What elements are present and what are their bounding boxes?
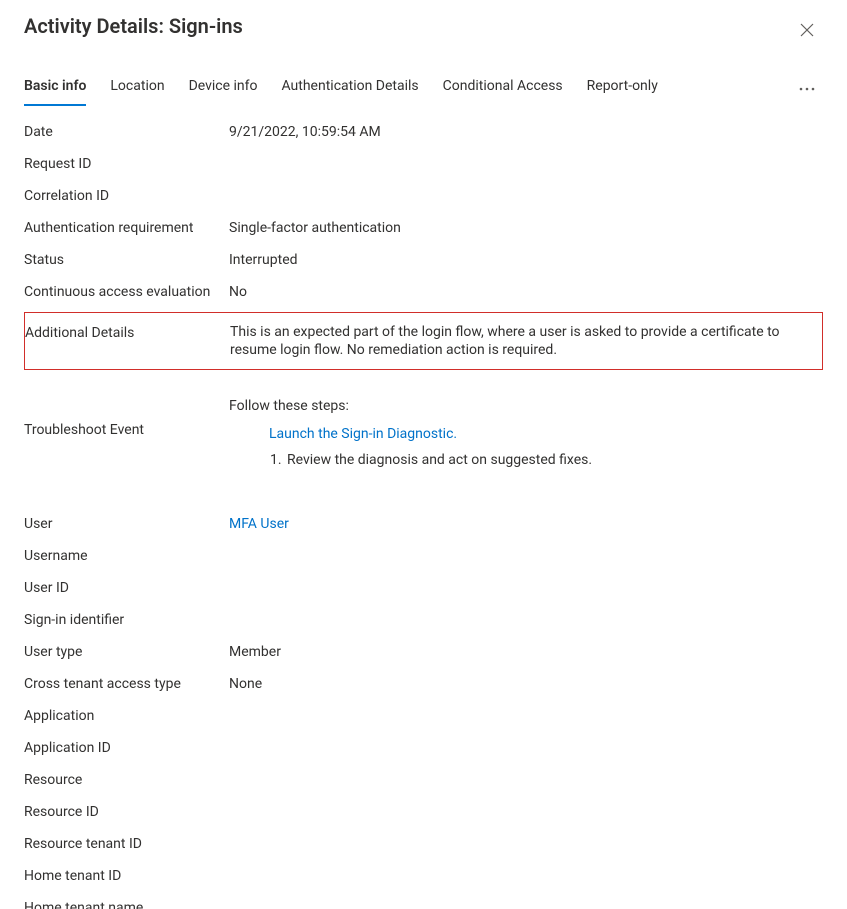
field-row: Correlation ID [24,180,823,212]
field-label: Request ID [24,156,229,172]
field-row: Continuous access evaluationNo [24,276,823,308]
troubleshoot-steps: Review the diagnosis and act on suggeste… [269,452,823,468]
field-row: Sign-in identifier [24,604,823,636]
field-label: User ID [24,580,229,596]
field-row: Home tenant ID [24,860,823,892]
field-label: Home tenant ID [24,868,229,884]
field-label: Additional Details [25,323,230,341]
tab-basic-info[interactable]: Basic info [24,72,86,106]
troubleshoot-step: Review the diagnosis and act on suggeste… [285,452,823,468]
panel-body: Basic info Location Device info Authenticat… [0,58,847,909]
field-value: None [229,676,823,692]
field-row: User typeMember [24,636,823,668]
field-row: Application ID [24,732,823,764]
tab-report-only[interactable]: Report-only [587,72,658,106]
field-row: Resource tenant ID [24,828,823,860]
launch-diagnostic-link[interactable]: Launch the Sign-in Diagnostic. [269,426,823,442]
field-label: Username [24,548,229,564]
field-value: Single-factor authentication [229,220,823,236]
field-label: Status [24,252,229,268]
more-button[interactable] [791,73,823,105]
field-label: Troubleshoot Event [24,398,229,438]
rows-top: Date9/21/2022, 10:59:54 AMRequest IDCorr… [24,116,823,308]
ellipsis-icon [799,87,815,91]
field-label: User type [24,644,229,660]
field-label: Resource [24,772,229,788]
rows-bottom: Username User ID Sign-in identifier User ty… [24,540,823,909]
field-label: Resource ID [24,804,229,820]
close-icon [800,23,814,37]
tabs-row: Basic info Location Device info Authenticat… [24,58,823,106]
user-link[interactable]: MFA User [229,516,289,532]
field-label: Application ID [24,740,229,756]
field-label: Continuous access evaluation [24,284,229,300]
field-row: StatusInterrupted [24,244,823,276]
tab-content: Date9/21/2022, 10:59:54 AMRequest IDCorr… [24,106,823,909]
field-row: Cross tenant access typeNone [24,668,823,700]
field-label: Sign-in identifier [24,612,229,628]
field-value: Interrupted [229,252,823,268]
activity-details-panel: Activity Details: Sign-ins Basic info Loc… [0,0,847,909]
field-label: Application [24,708,229,724]
field-value: MFA User [229,516,823,532]
tab-device-info[interactable]: Device info [189,72,258,106]
troubleshoot-row: Troubleshoot Event Follow these steps: L… [24,388,823,488]
field-label: Home tenant name [24,900,229,909]
panel-body-scroll[interactable]: Basic info Location Device info Authenticat… [0,58,847,909]
field-value: This is an expected part of the login fl… [230,323,822,359]
field-label: Resource tenant ID [24,836,229,852]
panel-title: Activity Details: Sign-ins [24,14,243,38]
field-value: 9/21/2022, 10:59:54 AM [229,124,823,140]
field-label: Date [24,124,229,140]
field-label: User [24,516,229,532]
field-row: Username [24,540,823,572]
field-value: No [229,284,823,300]
field-label: Correlation ID [24,188,229,204]
field-row: Request ID [24,148,823,180]
tabs: Basic info Location Device info Authenticat… [24,72,658,106]
tab-conditional-access[interactable]: Conditional Access [443,72,563,106]
field-label: Cross tenant access type [24,676,229,692]
panel-header: Activity Details: Sign-ins [0,0,847,54]
field-row: Home tenant name [24,892,823,909]
tab-authentication-details[interactable]: Authentication Details [281,72,418,106]
field-row: Application [24,700,823,732]
tab-location[interactable]: Location [110,72,164,106]
field-row: Resource [24,764,823,796]
field-row: Resource ID [24,796,823,828]
troubleshoot-intro: Follow these steps: [229,398,823,414]
field-label: Authentication requirement [24,220,229,236]
additional-details-row: Additional Details This is an expected p… [24,312,823,370]
close-button[interactable] [791,14,823,46]
field-value: Member [229,644,823,660]
field-row: Authentication requirementSingle-factor … [24,212,823,244]
field-value: Follow these steps: Launch the Sign-in D… [229,398,823,468]
field-row: Date9/21/2022, 10:59:54 AM [24,116,823,148]
field-row: User ID [24,572,823,604]
user-row: User MFA User [24,508,823,540]
